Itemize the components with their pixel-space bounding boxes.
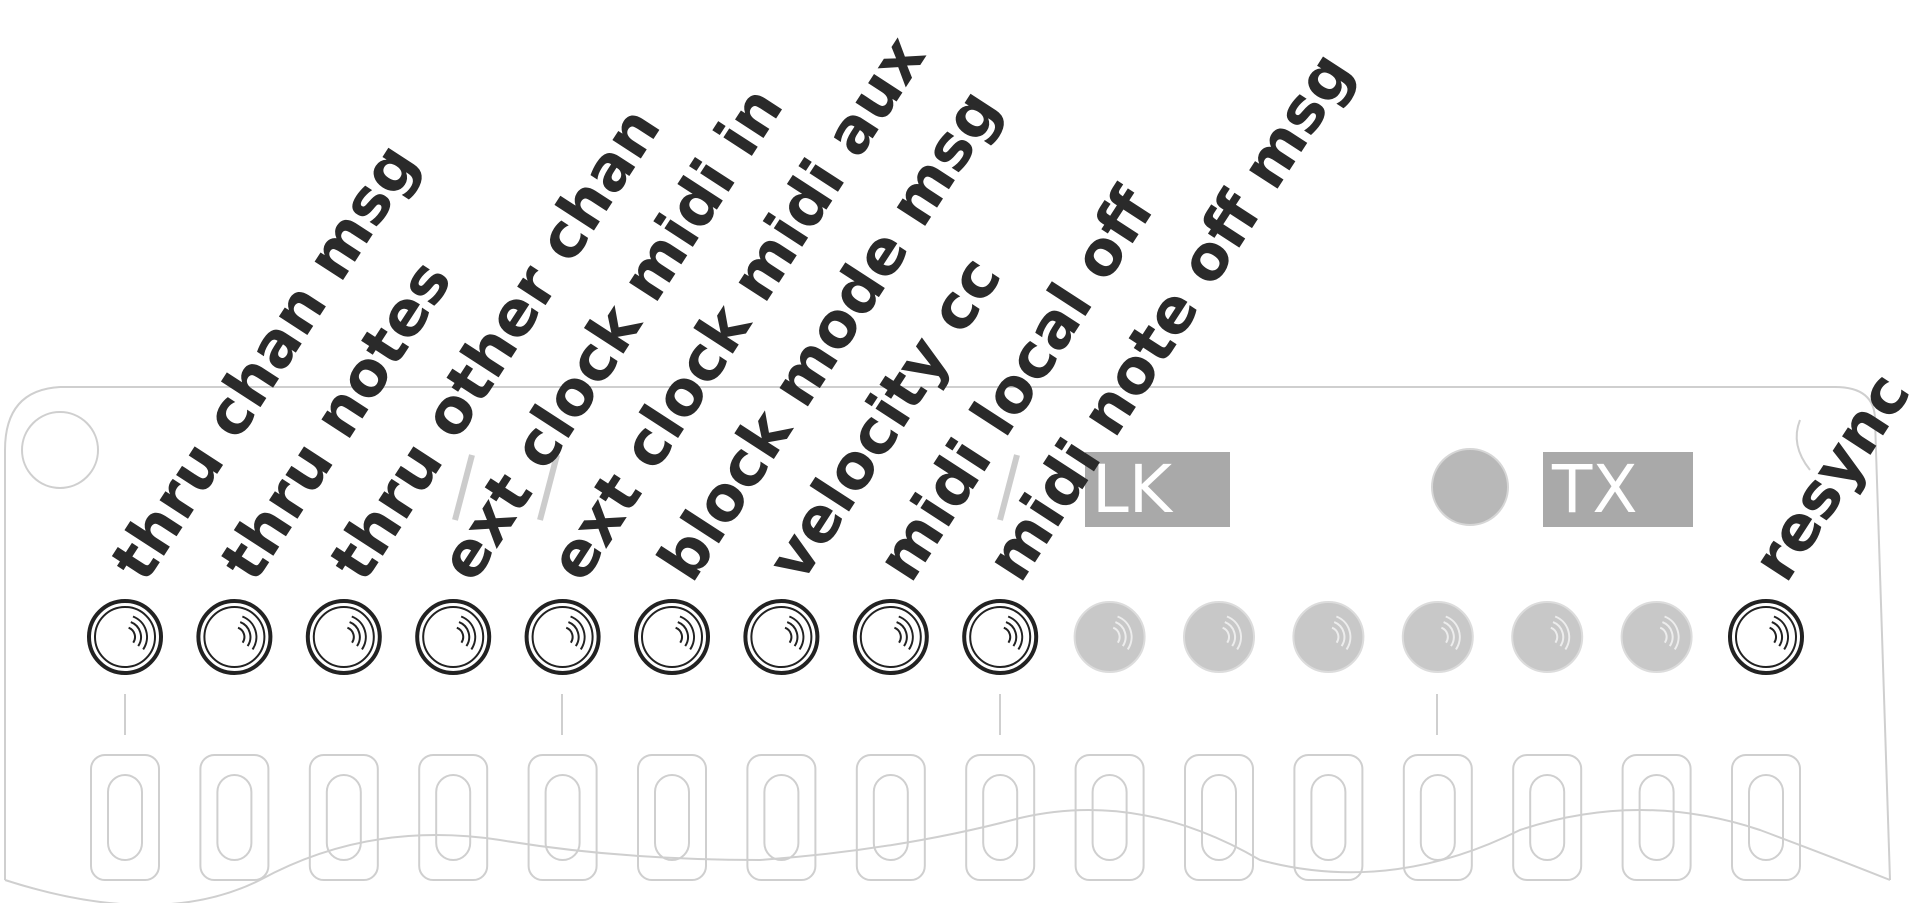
ring-button-icon[interactable] [196, 599, 273, 675]
key[interactable] [1731, 754, 1801, 881]
key[interactable] [90, 754, 160, 881]
key[interactable] [746, 754, 817, 881]
ring-button-icon[interactable] [1183, 601, 1255, 673]
ring-button-icon[interactable] [87, 599, 163, 675]
setting-label: resync [1737, 360, 1924, 593]
button-row [87, 599, 1804, 675]
torn-edge [4, 809, 1891, 903]
ring-button-icon[interactable] [962, 599, 1039, 675]
key[interactable] [637, 754, 707, 881]
key[interactable] [1184, 754, 1254, 881]
key[interactable] [1293, 754, 1364, 881]
status-led-icon [1431, 448, 1509, 526]
ring-button-icon[interactable] [1620, 601, 1693, 673]
key[interactable] [1074, 754, 1145, 881]
tx-indicator-text: TX [1551, 451, 1638, 528]
key[interactable] [855, 754, 926, 881]
ring-button-icon[interactable] [1728, 599, 1804, 675]
ring-button-icon[interactable] [634, 599, 710, 675]
ring-button-icon[interactable] [1292, 601, 1365, 673]
ring-button-icon[interactable] [524, 599, 601, 675]
ring-button-icon[interactable] [743, 599, 820, 675]
ring-button-icon[interactable] [1073, 601, 1146, 673]
ring-button-icon[interactable] [1401, 601, 1474, 673]
key-row [90, 754, 1801, 881]
key[interactable] [1621, 754, 1692, 881]
mounting-hole-left [21, 411, 99, 489]
ring-button-icon[interactable] [415, 599, 492, 675]
key[interactable] [527, 754, 598, 881]
key[interactable] [199, 754, 270, 881]
ring-button-icon[interactable] [1511, 601, 1584, 673]
key[interactable] [308, 754, 379, 881]
ring-button-icon[interactable] [852, 599, 929, 675]
midi-settings-diagram: LK TX thru chan msgthru notesthru other … [4, 23, 1924, 903]
ring-button-icon[interactable] [305, 599, 382, 675]
key[interactable] [418, 754, 489, 881]
